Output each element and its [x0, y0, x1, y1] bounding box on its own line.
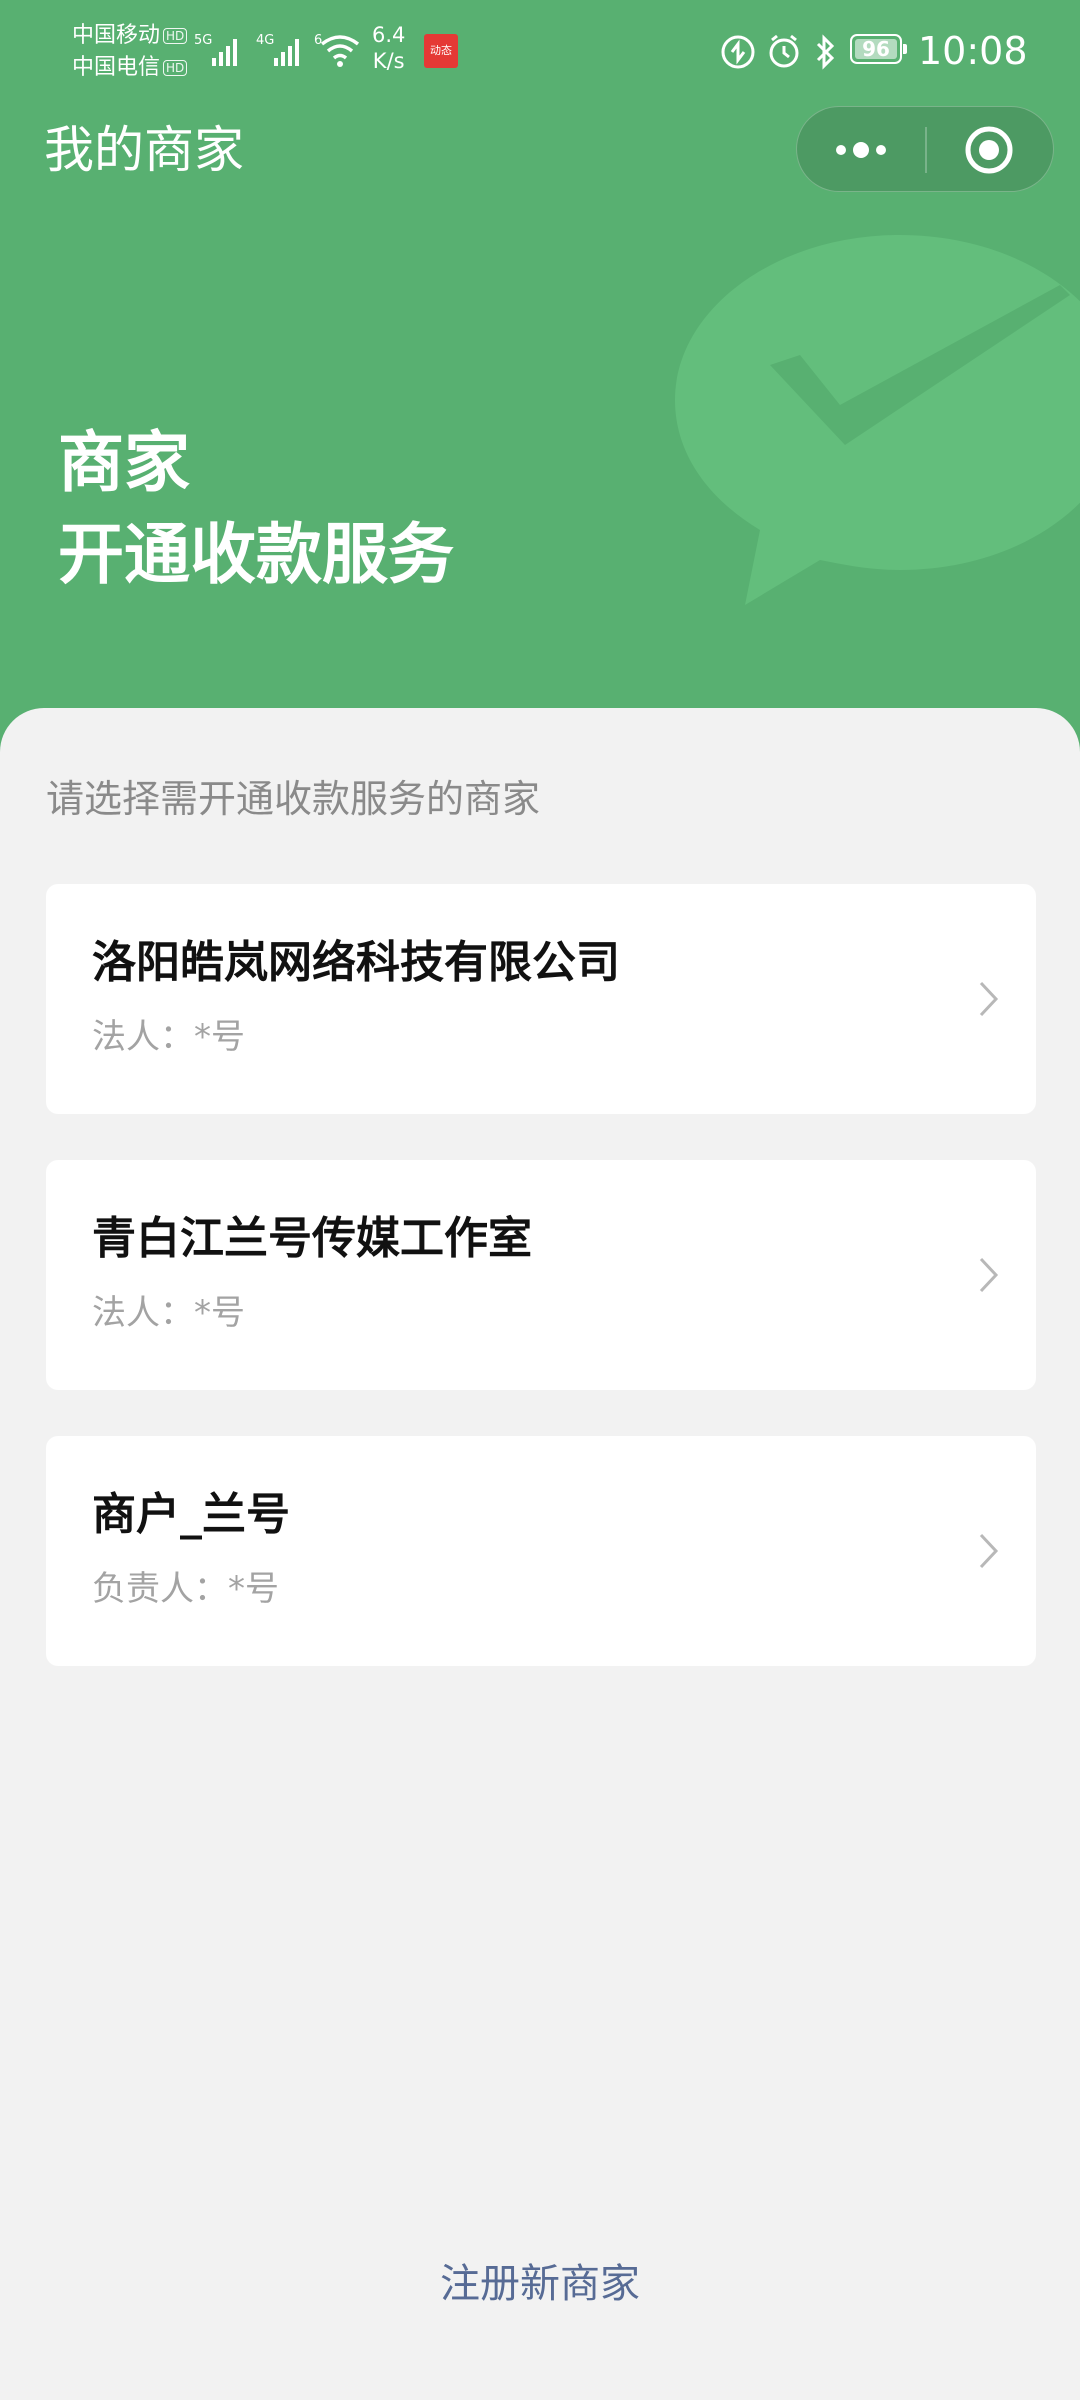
- page-title: 我的商家: [44, 121, 244, 179]
- net1-label: 5G: [194, 33, 212, 48]
- merchant-card[interactable]: 商户_兰号 负责人：*号: [46, 1436, 1036, 1666]
- select-prompt: 请选择需开通收款服务的商家: [46, 777, 541, 821]
- battery-level: 96: [862, 37, 890, 61]
- chevron-right-icon: [979, 1257, 999, 1293]
- status-icons: [721, 34, 835, 70]
- hd-badge: HD: [163, 60, 188, 76]
- hd-badge: HD: [163, 28, 188, 44]
- alarm-icon: [769, 34, 799, 68]
- merchant-name: 青白江兰号传媒工作室: [92, 1213, 532, 1264]
- status-time: 10:08: [918, 29, 1028, 73]
- hero-banner: 中国移动 HD 中国电信 HD 5G 4G 6 6.4 K/s 动态 96 10…: [0, 0, 1080, 760]
- signal-icon: 4G: [256, 33, 299, 66]
- more-icon[interactable]: [819, 107, 915, 193]
- status-bar: 中国移动 HD 中国电信 HD 5G 4G 6 6.4 K/s 动态 96 10…: [0, 0, 1080, 110]
- chevron-right-icon: [979, 981, 999, 1017]
- merchant-person: 法人：*号: [92, 1293, 245, 1333]
- bluetooth-icon: [816, 34, 835, 70]
- wifi-icon: 6: [314, 33, 360, 67]
- wechat-pay-watermark-icon: [675, 235, 1080, 605]
- merchant-card[interactable]: 青白江兰号传媒工作室 法人：*号: [46, 1160, 1036, 1390]
- net2-label: 4G: [256, 33, 274, 48]
- app-notification-icon: 动态: [424, 34, 458, 68]
- data-saver-icon: [721, 35, 755, 69]
- carrier-1: 中国移动: [72, 23, 161, 48]
- battery-icon: 96: [850, 34, 907, 64]
- merchant-person: 负责人：*号: [92, 1569, 279, 1609]
- chevron-right-icon: [979, 1533, 999, 1569]
- hero-heading-line1: 商家: [58, 424, 190, 501]
- carrier-2: 中国电信: [72, 55, 161, 80]
- register-merchant-link[interactable]: 注册新商家: [0, 2256, 1080, 2312]
- merchant-name: 商户_兰号: [92, 1489, 290, 1540]
- network-speed: 6.4 K/s: [372, 23, 406, 73]
- merchant-person: 法人：*号: [92, 1017, 245, 1057]
- target-icon[interactable]: [943, 107, 1039, 193]
- merchant-card[interactable]: 洛阳皓岚网络科技有限公司 法人：*号: [46, 884, 1036, 1114]
- merchant-name: 洛阳皓岚网络科技有限公司: [92, 937, 620, 988]
- merchant-sheet: 请选择需开通收款服务的商家 洛阳皓岚网络科技有限公司 法人：*号 青白江兰号传媒…: [0, 708, 1080, 2400]
- signal-icon: 5G: [194, 33, 237, 66]
- carrier-info: 中国移动 HD 中国电信 HD: [72, 20, 188, 84]
- hero-heading-line2: 开通收款服务: [58, 516, 454, 593]
- miniprogram-capsule: [796, 106, 1054, 192]
- wifi-gen-label: 6: [314, 33, 322, 48]
